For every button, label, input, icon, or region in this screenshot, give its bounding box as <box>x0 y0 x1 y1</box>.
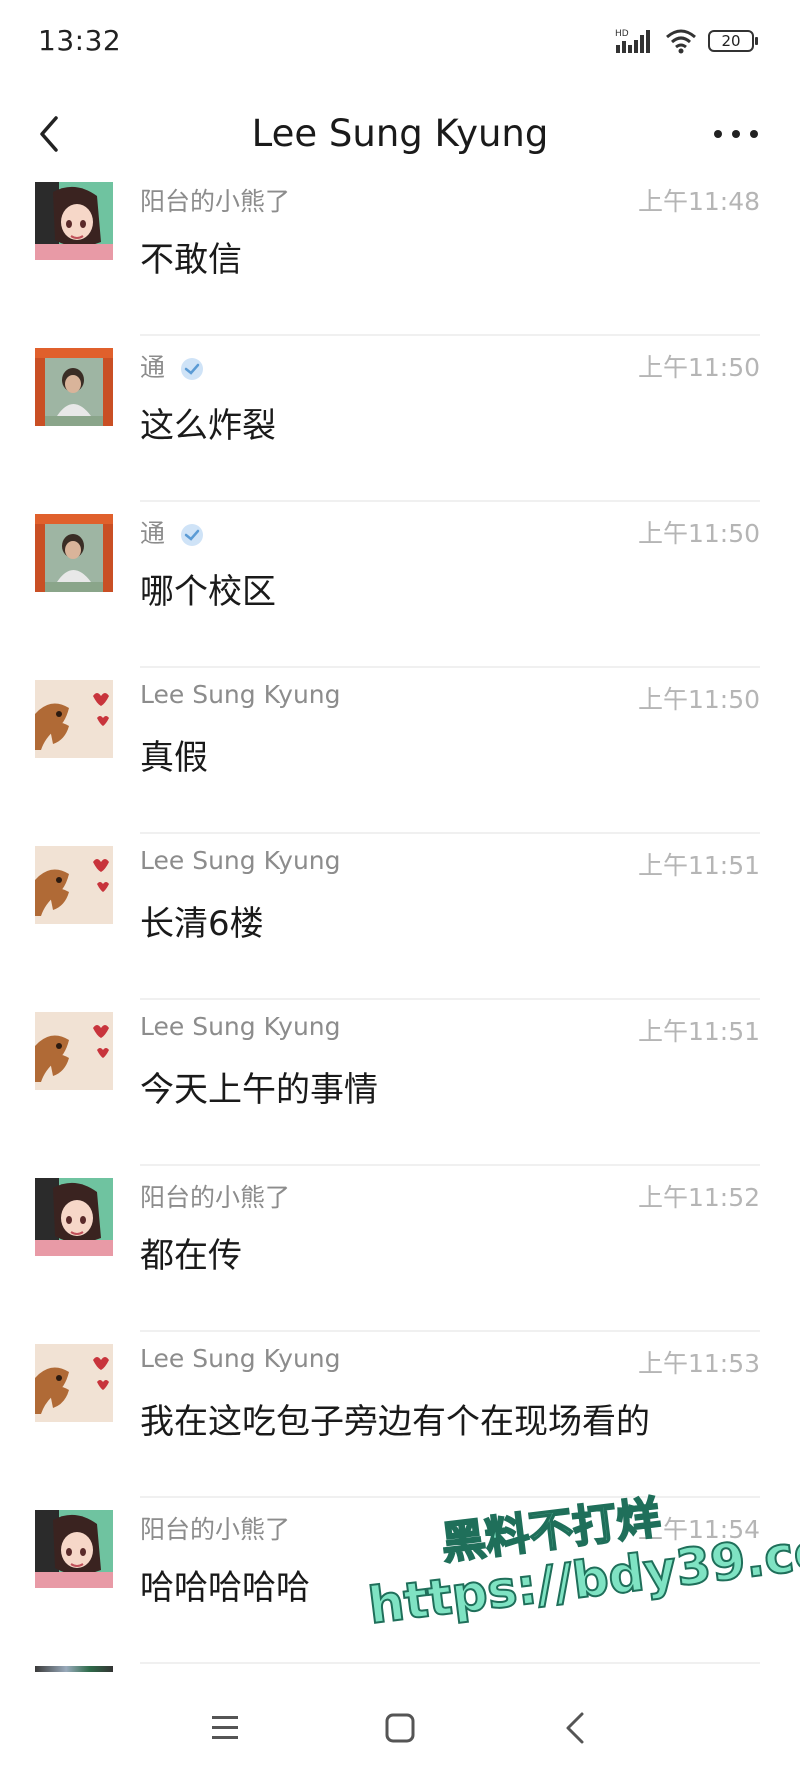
sender-name: Lee Sung Kyung <box>140 1012 341 1041</box>
message-time: 上午11:51 <box>637 1017 760 1046</box>
message-time: 上午11:48 <box>637 187 760 216</box>
battery-icon: 20 <box>708 30 758 52</box>
message-text: 哈哈哈哈哈 <box>140 1568 310 1608</box>
back-triangle-icon <box>566 1712 584 1744</box>
more-dots-icon <box>714 130 758 138</box>
signal-hd-label: HD <box>615 29 629 39</box>
message-item[interactable]: Lee Sung Kyung 上午11:53 我在这吃包子旁边有个在现场看的 <box>0 1332 800 1498</box>
avatar-girl[interactable] <box>35 1178 113 1256</box>
message-text: 长清6楼 <box>140 904 264 944</box>
message-time: 上午11:51 <box>637 851 760 880</box>
home-button[interactable] <box>365 1698 435 1758</box>
message-time: 上午11:50 <box>637 519 760 548</box>
sender-name: 阳台的小熊了 <box>140 187 291 216</box>
sender-name: 阳台的小熊了 <box>140 1183 291 1212</box>
sender-name: Lee Sung Kyung <box>140 1344 341 1373</box>
avatar-girl[interactable] <box>35 182 113 260</box>
verified-icon <box>180 358 203 380</box>
message-item[interactable]: 通 上午11:50 这么炸裂 <box>0 336 800 502</box>
avatar-partial <box>35 1666 113 1672</box>
message-text: 今天上午的事情 <box>140 1070 378 1110</box>
avatar-dog[interactable] <box>35 846 113 924</box>
message-item[interactable]: 通 上午11:50 哪个校区 <box>0 502 800 668</box>
message-time: 上午11:50 <box>637 353 760 382</box>
status-bar: 13:32 HD 20 <box>0 0 800 84</box>
avatar-man[interactable] <box>35 514 113 592</box>
message-item[interactable]: 阳台的小熊了 上午11:48 不敢信 <box>0 170 800 336</box>
system-back-button[interactable] <box>540 1698 610 1758</box>
sender-name-text: 通 <box>140 519 166 548</box>
home-square-icon <box>385 1713 415 1743</box>
message-item[interactable]: Lee Sung Kyung 上午11:51 长清6楼 <box>0 834 800 1000</box>
message-time: 上午11:52 <box>637 1183 760 1212</box>
chat-header: Lee Sung Kyung <box>0 84 800 184</box>
sender-name: 通 <box>140 348 205 384</box>
sender-name: Lee Sung Kyung <box>140 680 341 709</box>
sender-name: 阳台的小熊了 <box>140 1515 291 1544</box>
message-text: 这么炸裂 <box>140 406 276 446</box>
signal-icon: HD <box>615 29 650 53</box>
avatar-girl[interactable] <box>35 1510 113 1588</box>
avatar-man[interactable] <box>35 348 113 426</box>
message-text: 不敢信 <box>140 240 242 280</box>
message-list: 阳台的小熊了 上午11:48 不敢信 通 上午11:50 这么炸裂 通 上午11… <box>0 170 800 1664</box>
message-time: 上午11:53 <box>637 1349 760 1378</box>
sender-name: Lee Sung Kyung <box>140 846 341 875</box>
sender-name: 通 <box>140 514 205 550</box>
message-item[interactable]: Lee Sung Kyung 上午11:50 真假 <box>0 668 800 834</box>
more-options-button[interactable] <box>708 112 764 156</box>
chat-title: Lee Sung Kyung <box>251 112 549 155</box>
avatar-dog[interactable] <box>35 1344 113 1422</box>
status-icons: HD 20 <box>614 26 758 56</box>
system-nav-bar <box>0 1680 800 1777</box>
message-text: 我在这吃包子旁边有个在现场看的 <box>140 1402 650 1442</box>
message-text: 真假 <box>140 738 208 778</box>
message-text: 哪个校区 <box>140 572 276 612</box>
verified-icon <box>180 524 203 546</box>
message-item[interactable]: Lee Sung Kyung 上午11:51 今天上午的事情 <box>0 1000 800 1166</box>
menu-button[interactable] <box>190 1698 260 1758</box>
menu-icon <box>212 1716 238 1739</box>
avatar-dog[interactable] <box>35 680 113 758</box>
divider <box>140 1662 760 1664</box>
avatar-dog[interactable] <box>35 1012 113 1090</box>
message-text: 都在传 <box>140 1236 242 1276</box>
sender-name-text: 通 <box>140 353 166 382</box>
message-time: 上午11:50 <box>637 685 760 714</box>
status-time: 13:32 <box>38 24 122 57</box>
wifi-icon <box>666 29 696 54</box>
message-item[interactable]: 阳台的小熊了 上午11:52 都在传 <box>0 1166 800 1332</box>
